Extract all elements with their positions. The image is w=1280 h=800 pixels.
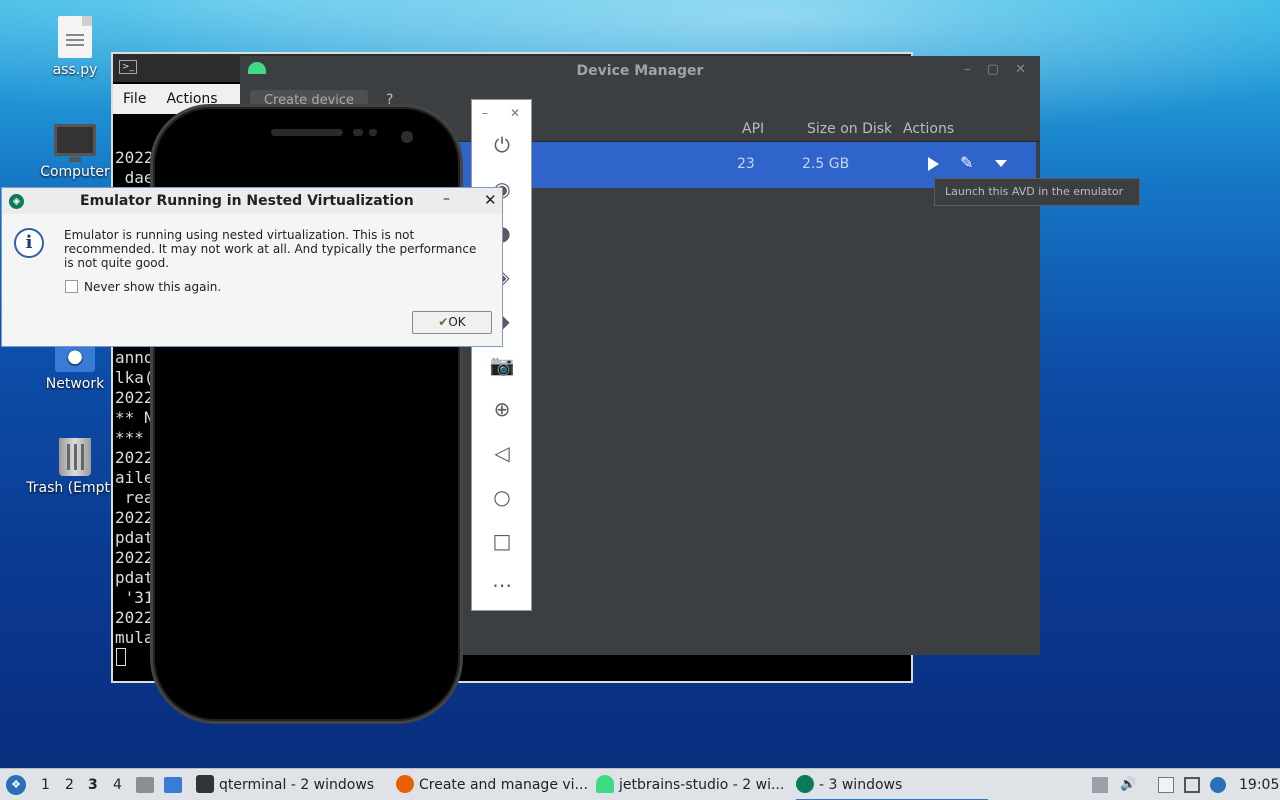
window-title: Device Manager	[576, 63, 704, 79]
never-show-label[interactable]: Never show this again.	[84, 280, 221, 294]
show-desktop-icon[interactable]	[164, 777, 182, 793]
text-file-icon	[58, 16, 92, 58]
workspace-2[interactable]: 2	[65, 777, 74, 793]
column-actions: Actions	[903, 121, 955, 137]
nested-virtualization-dialog: ◈ Emulator Running in Nested Virtualizat…	[1, 187, 503, 347]
phone-speaker	[271, 129, 343, 136]
home-icon[interactable]: ○	[489, 484, 515, 510]
workspace-4[interactable]: 4	[113, 777, 122, 793]
dialog-message: Emulator is running using nested virtual…	[64, 228, 477, 270]
close-icon[interactable]: ✕	[510, 106, 520, 120]
launch-tooltip: Launch this AVD in the emulator	[934, 178, 1140, 206]
task-label: - 3 windows	[819, 777, 903, 793]
power-icon[interactable]: ⏻	[489, 132, 515, 158]
tray-up-icon[interactable]	[1092, 777, 1108, 793]
camera-icon[interactable]: 📷	[489, 352, 515, 378]
updates-icon[interactable]	[1210, 777, 1226, 793]
volume-icon[interactable]: 🔊	[1120, 777, 1136, 793]
dialog-title: Emulator Running in Nested Virtualizatio…	[80, 193, 414, 209]
never-show-checkbox[interactable]	[65, 280, 78, 293]
android-studio-icon	[596, 775, 614, 793]
row-api: 23	[737, 156, 755, 172]
terminal-cursor	[116, 648, 126, 666]
window-controls[interactable]: – ▢ ✕	[964, 62, 1032, 77]
desktop-icon-computer[interactable]: Computer	[25, 124, 125, 180]
menu-file[interactable]: File	[123, 91, 146, 107]
desktop-icon-label: ass.py	[52, 62, 98, 78]
desktop-icon-label: Computer	[40, 164, 110, 180]
terminal-app-icon: >_	[119, 60, 137, 74]
clock: 19:05	[1239, 777, 1280, 793]
start-menu-icon[interactable]: ❖	[6, 775, 26, 795]
firefox-icon	[396, 775, 414, 793]
network-tray-icon[interactable]	[1184, 777, 1200, 793]
emulator-toolbar: – ✕ ⏻ ◉ ● ◈ ◆ 📷 ⊕ ◁ ○ □ ⋯	[471, 99, 532, 611]
phone-camera	[401, 131, 413, 143]
minimize-icon[interactable]: –	[443, 191, 450, 207]
computer-icon	[54, 124, 96, 162]
launch-play-icon[interactable]	[928, 157, 939, 171]
task-emulator[interactable]: - 3 windows	[796, 769, 988, 800]
row-size: 2.5 GB	[802, 156, 850, 172]
emulator-icon	[796, 775, 814, 793]
taskbar: ❖ 1 2 3 4 qterminal - 2 windows Create a…	[0, 768, 1280, 800]
phone-sensor	[369, 129, 377, 136]
zoom-icon[interactable]: ⊕	[489, 396, 515, 422]
desktop-icon-label: Trash (Empty)	[26, 480, 124, 496]
task-studio[interactable]: jetbrains-studio - 2 wi...	[596, 769, 784, 800]
info-icon: i	[14, 228, 44, 258]
task-qterminal[interactable]: qterminal - 2 windows	[196, 769, 374, 800]
phone-sensor	[353, 129, 363, 136]
workspace-1[interactable]: 1	[41, 777, 50, 793]
column-api[interactable]: API	[742, 121, 764, 137]
overview-icon[interactable]: □	[489, 528, 515, 554]
workspace-3[interactable]: 3	[88, 777, 98, 793]
device-manager-titlebar[interactable]: Device Manager	[240, 56, 1040, 86]
task-label: Create and manage vi...	[419, 777, 588, 793]
terminal-icon	[196, 775, 214, 793]
android-icon	[248, 62, 266, 74]
trash-icon	[59, 438, 91, 476]
emulator-app-icon: ◈	[9, 194, 24, 209]
desktop-icon-network[interactable]: ● Network	[25, 342, 125, 392]
dialog-titlebar[interactable]: ◈ Emulator Running in Nested Virtualizat…	[2, 188, 502, 214]
more-icon[interactable]: ⋯	[489, 572, 515, 598]
ok-icon: ✔	[438, 315, 449, 329]
task-label: jetbrains-studio - 2 wi...	[619, 777, 785, 793]
back-icon[interactable]: ◁	[489, 440, 515, 466]
column-size[interactable]: Size on Disk	[807, 121, 892, 137]
chevron-down-icon[interactable]	[995, 160, 1007, 167]
desktop-icon-label: Network	[45, 376, 105, 392]
edit-pencil-icon[interactable]: ✎	[960, 153, 973, 172]
task-firefox[interactable]: Create and manage vi...	[396, 769, 588, 800]
ok-label: OK	[448, 315, 466, 329]
close-icon[interactable]: ✕	[484, 191, 497, 209]
file-manager-icon[interactable]	[136, 777, 154, 793]
clipboard-icon[interactable]	[1158, 777, 1174, 793]
task-label: qterminal - 2 windows	[219, 777, 375, 793]
ok-button[interactable]: ✔OK	[412, 311, 492, 334]
desktop-icon-ass-py[interactable]: ass.py	[25, 16, 125, 78]
minimize-icon[interactable]: –	[482, 106, 488, 120]
